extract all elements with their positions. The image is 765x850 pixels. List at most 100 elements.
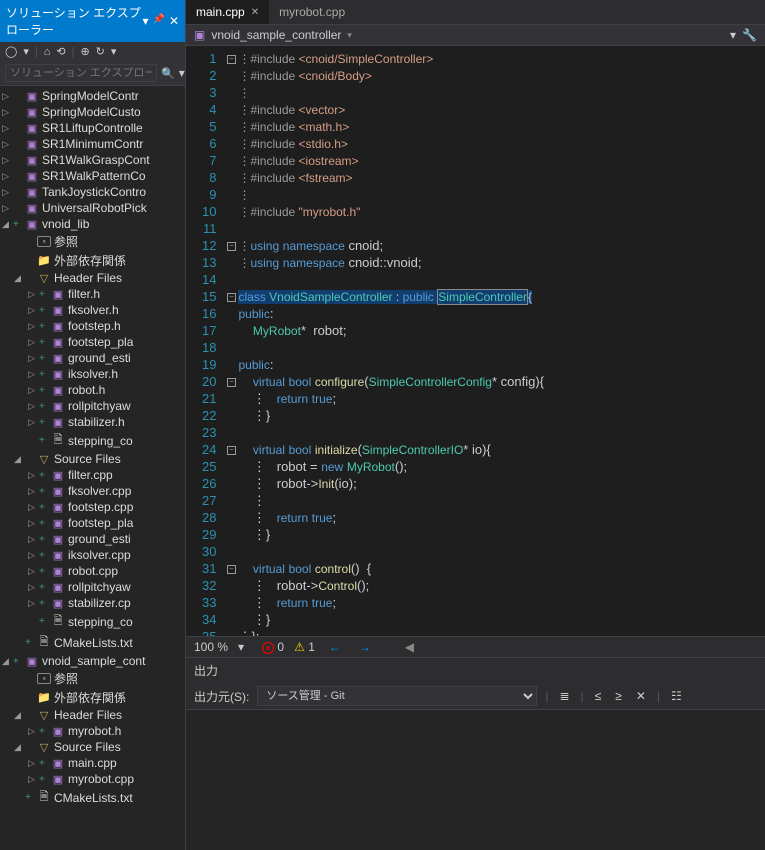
tree-item[interactable]: ◢+▣vnoid_lib bbox=[0, 216, 185, 232]
tree-item[interactable]: ▷▣SpringModelContr bbox=[0, 88, 185, 104]
code-line[interactable] bbox=[238, 220, 688, 237]
expand-icon[interactable]: ◢ bbox=[2, 219, 12, 230]
code-line[interactable]: ⋮#include <cnoid/SimpleController> bbox=[238, 50, 688, 67]
expand-icon[interactable]: ▷ bbox=[28, 305, 38, 316]
tree-item[interactable]: ▷+▣myrobot.h bbox=[0, 723, 185, 739]
tree-item[interactable]: ▷▣SR1MinimumContr bbox=[0, 136, 185, 152]
code-line[interactable] bbox=[238, 271, 688, 288]
expand-icon[interactable]: ▷ bbox=[2, 203, 12, 214]
solution-tree[interactable]: ▷▣SpringModelContr▷▣SpringModelCusto▷▣SR… bbox=[0, 86, 185, 850]
error-icon[interactable]: ✕ bbox=[262, 642, 274, 654]
expand-icon[interactable]: ▷ bbox=[28, 502, 38, 513]
tree-item[interactable]: ◢▽Header Files bbox=[0, 707, 185, 723]
sync-icon[interactable]: ⟲ bbox=[56, 45, 65, 58]
expand-icon[interactable]: ▷ bbox=[28, 534, 38, 545]
tree-item[interactable]: ▷+▣footstep.cpp bbox=[0, 499, 185, 515]
tree-item[interactable]: ◢+▣vnoid_sample_cont bbox=[0, 653, 185, 669]
more-icon[interactable]: ▾ bbox=[111, 45, 117, 58]
expand-icon[interactable]: ▷ bbox=[28, 417, 38, 428]
tree-item[interactable]: ▷+▣robot.h bbox=[0, 382, 185, 398]
tree-item[interactable]: ▷+▣footstep.h bbox=[0, 318, 185, 334]
expand-icon[interactable]: ◢ bbox=[14, 273, 24, 284]
tree-item[interactable]: ▷+▣main.cpp bbox=[0, 755, 185, 771]
expand-icon[interactable]: ▷ bbox=[28, 598, 38, 609]
breadcrumb-item[interactable]: vnoid_sample_controller bbox=[211, 28, 341, 42]
code-line[interactable]: ⋮ return true; bbox=[238, 594, 688, 611]
tree-item[interactable]: ▷+▣ground_esti bbox=[0, 350, 185, 366]
code-line[interactable]: ⋮ robot = new MyRobot(); bbox=[238, 458, 688, 475]
expand-icon[interactable]: ◢ bbox=[14, 742, 24, 753]
code-line[interactable]: ⋮#include <stdio.h> bbox=[238, 135, 688, 152]
zoom-dropdown-icon[interactable]: ▾ bbox=[238, 640, 244, 654]
code-line[interactable]: ⋮#include "myrobot.h" bbox=[238, 203, 688, 220]
code-line[interactable]: ⋮ return true; bbox=[238, 390, 688, 407]
expand-icon[interactable]: ▷ bbox=[28, 550, 38, 561]
code-line[interactable]: ⋮using namespace cnoid::vnoid; bbox=[238, 254, 688, 271]
tree-item[interactable]: +🗎CMakeLists.txt bbox=[0, 787, 185, 808]
back-icon[interactable]: ◯ bbox=[5, 45, 17, 58]
tree-item[interactable]: +🗎stepping_co bbox=[0, 430, 185, 451]
forward-icon[interactable]: ▾ bbox=[23, 45, 29, 58]
pin-icon[interactable]: 📌 bbox=[152, 14, 164, 28]
close-panel-icon[interactable]: ✕ bbox=[169, 14, 179, 28]
nav-next-icon[interactable]: → bbox=[359, 640, 371, 654]
expand-icon[interactable]: ▷ bbox=[28, 758, 38, 769]
warning-icon[interactable]: ⚠ bbox=[294, 640, 305, 654]
fold-marker[interactable]: − bbox=[224, 288, 238, 305]
close-tab-icon[interactable]: ✕ bbox=[251, 7, 259, 18]
tree-item[interactable]: ▷+▣robot.cpp bbox=[0, 563, 185, 579]
code-line[interactable]: ⋮}; bbox=[238, 628, 688, 636]
expand-icon[interactable]: ▷ bbox=[28, 566, 38, 577]
code-line[interactable]: class VnoidSampleController : public Sim… bbox=[238, 288, 688, 305]
code-line[interactable]: ⋮#include <math.h> bbox=[238, 118, 688, 135]
expand-icon[interactable]: ▷ bbox=[28, 321, 38, 332]
tree-item[interactable]: ▷+▣filter.cpp bbox=[0, 467, 185, 483]
expand-icon[interactable]: ▷ bbox=[28, 518, 38, 529]
tree-item[interactable]: ▷▣UniversalRobotPick bbox=[0, 200, 185, 216]
fold-marker[interactable]: − bbox=[224, 50, 238, 67]
fold-marker[interactable]: − bbox=[224, 237, 238, 254]
tree-item[interactable]: ▷+▣iksolver.h bbox=[0, 366, 185, 382]
indent-left-icon[interactable]: ≤ bbox=[592, 689, 605, 703]
explorer-search-input[interactable] bbox=[5, 64, 157, 82]
code-content[interactable]: ⋮#include <cnoid/SimpleController>⋮#incl… bbox=[238, 46, 688, 636]
tree-item[interactable]: ▷+▣myrobot.cpp bbox=[0, 771, 185, 787]
tree-item[interactable]: ▷▣SR1WalkGraspCont bbox=[0, 152, 185, 168]
chevron-down-icon[interactable]: ▾ bbox=[347, 30, 352, 41]
expand-icon[interactable]: ▷ bbox=[2, 171, 12, 182]
tree-item[interactable]: 📁外部依存関係 bbox=[0, 688, 185, 707]
fold-marker[interactable]: − bbox=[224, 373, 238, 390]
expand-icon[interactable]: ◢ bbox=[14, 454, 24, 465]
tree-item[interactable]: ▷+▣fksolver.cpp bbox=[0, 483, 185, 499]
code-line[interactable]: ⋮} bbox=[238, 407, 688, 424]
code-line[interactable] bbox=[238, 543, 688, 560]
editor-tab[interactable]: main.cpp✕ bbox=[186, 0, 269, 24]
nav-prev-icon[interactable]: ← bbox=[329, 640, 341, 654]
code-line[interactable]: ⋮ bbox=[238, 186, 688, 203]
search-dropdown-icon[interactable]: ▾ bbox=[179, 66, 185, 80]
fold-column[interactable]: −−−−−− bbox=[224, 46, 238, 636]
filter-icon[interactable]: ⊕ bbox=[80, 45, 89, 58]
expand-icon[interactable]: ▷ bbox=[28, 289, 38, 300]
expand-icon[interactable]: ▷ bbox=[28, 726, 38, 737]
expand-icon[interactable]: ▷ bbox=[28, 582, 38, 593]
expand-icon[interactable]: ▷ bbox=[28, 369, 38, 380]
tree-item[interactable]: ▷+▣iksolver.cpp bbox=[0, 547, 185, 563]
tree-item[interactable]: ▷+▣stabilizer.h bbox=[0, 414, 185, 430]
output-content[interactable] bbox=[186, 710, 765, 850]
code-line[interactable]: ⋮ robot->Init(io); bbox=[238, 475, 688, 492]
expand-icon[interactable]: ◢ bbox=[2, 656, 12, 667]
home-icon[interactable]: ⌂ bbox=[44, 46, 51, 58]
panel-menu-icon[interactable]: ▾ bbox=[142, 14, 148, 28]
tree-item[interactable]: ▫参照 bbox=[0, 232, 185, 251]
tree-item[interactable]: ▷+▣stabilizer.cp bbox=[0, 595, 185, 611]
code-line[interactable]: ⋮#include <cnoid/Body> bbox=[238, 67, 688, 84]
expand-icon[interactable]: ▷ bbox=[2, 107, 12, 118]
code-line[interactable]: virtual bool initialize(SimpleController… bbox=[238, 441, 688, 458]
tree-item[interactable]: ▷+▣fksolver.h bbox=[0, 302, 185, 318]
tree-item[interactable]: +🗎CMakeLists.txt bbox=[0, 632, 185, 653]
expand-icon[interactable]: ▷ bbox=[28, 486, 38, 497]
tree-item[interactable]: ◢▽Source Files bbox=[0, 739, 185, 755]
tree-item[interactable]: ▫参照 bbox=[0, 669, 185, 688]
expand-icon[interactable]: ▷ bbox=[2, 123, 12, 134]
